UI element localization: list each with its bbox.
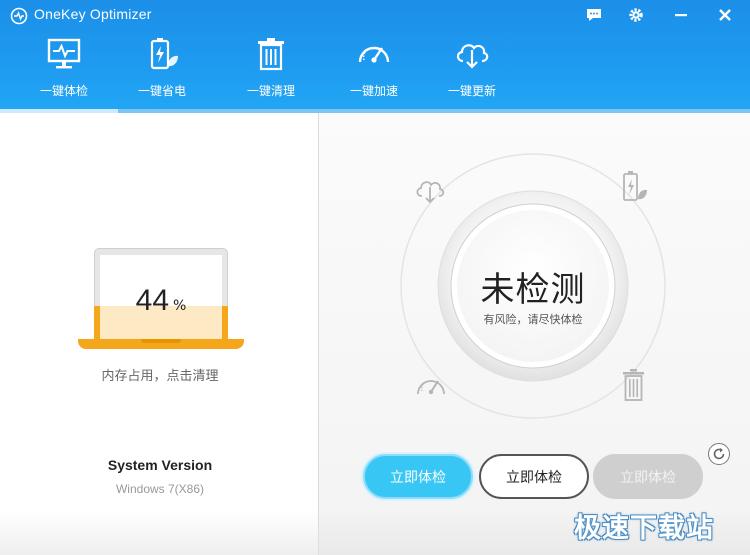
laptop-base-notch [141,339,181,343]
memory-caption[interactable]: 内存占用，点击清理 [60,365,260,384]
watermark-logo: 极速下载站 [574,513,714,544]
nav-item-cleanup[interactable]: 一键清理 [225,32,317,102]
memory-percent-unit: % [173,298,187,314]
checkup-subtitle: 有风险，请尽快体检 [483,313,583,326]
cloud-download-icon [456,44,489,69]
nav-label: 一键清理 [246,84,295,98]
monitor-heartbeat-icon [47,38,81,69]
system-version-title: System Version [107,457,213,473]
nav-label: 一键加速 [349,84,398,98]
checkup-disabled-button: 立即体检 [593,454,703,499]
memory-fill-edge [222,306,228,339]
close-button[interactable] [714,5,736,25]
system-version-value: Windows 7(X86) [115,482,205,496]
feedback-button[interactable] [583,5,605,25]
nav-item-update[interactable]: 一键更新 [426,32,518,102]
trash-icon [258,38,284,71]
minimize-button[interactable] [670,5,692,25]
chat-icon [587,9,601,21]
nav-item-checkup[interactable]: 一键体检 [18,32,110,102]
memory-percent-value: 44 [135,284,170,317]
trash-icon [623,369,644,401]
speedometer-icon [358,46,390,63]
start-checkup-button[interactable]: 立即体检 [363,454,473,499]
refresh-button[interactable] [708,443,730,465]
nav-label: 一键更新 [447,84,496,98]
gear-icon [629,8,643,22]
nav-label: 一键省电 [137,84,186,98]
close-icon [719,9,731,21]
checkup-outline-button[interactable]: 立即体检 [479,454,589,499]
checkup-status: 未检测 [480,270,586,310]
nav-item-speedup[interactable]: 一键加速 [328,32,420,102]
battery-leaf-icon [150,38,178,70]
app-title: OneKey Optimizer [34,6,152,22]
settings-button[interactable] [625,5,647,25]
speedometer-icon [417,380,445,395]
app-logo-icon [10,7,28,25]
battery-leaf-icon [623,171,647,201]
refresh-icon [713,448,725,460]
nav-item-power-save[interactable]: 一键省电 [116,32,208,102]
memory-usage-readout[interactable]: 44% [100,284,222,318]
minimize-icon [675,14,687,17]
nav-label: 一键体检 [39,84,88,98]
